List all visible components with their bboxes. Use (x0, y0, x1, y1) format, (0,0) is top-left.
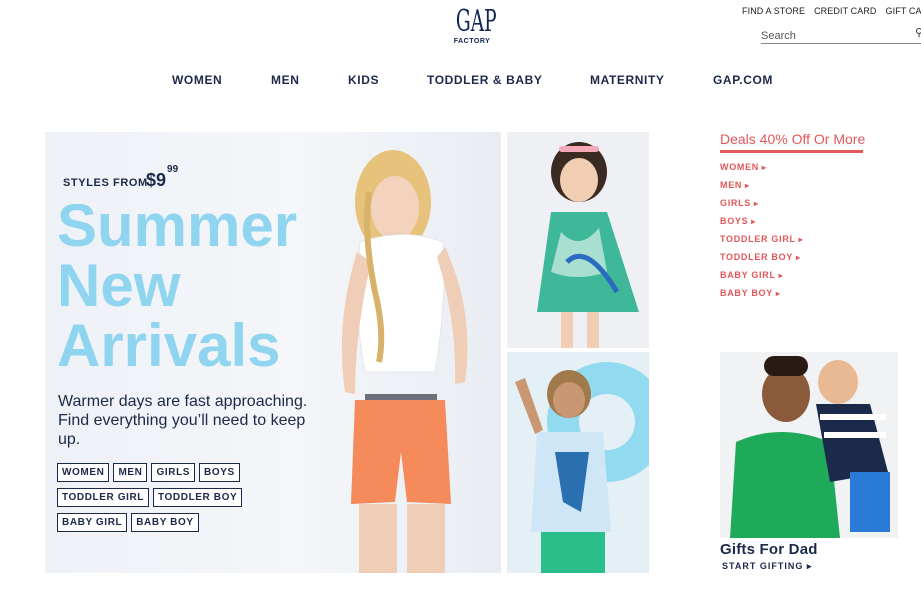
deals-divider (720, 150, 863, 153)
search-bar: ⚲ (761, 26, 921, 44)
price-dollars: $9 (146, 170, 167, 190)
hero-banner[interactable]: STYLES FROM $999 Summer New Arrivals War… (45, 132, 501, 573)
deals-girls-link[interactable]: GIRLS (720, 198, 803, 216)
search-icon[interactable]: ⚲ (915, 26, 921, 39)
boy-image (515, 362, 649, 573)
nav-maternity[interactable]: MATERNITY (590, 73, 665, 87)
hero-men-button[interactable]: MEN (113, 463, 148, 482)
boy-photo[interactable] (507, 352, 649, 573)
deals-boys-link[interactable]: BOYS (720, 216, 803, 234)
credit-card-link[interactable]: CREDIT CARD (814, 6, 876, 16)
deals-baby-girl-link[interactable]: BABY GIRL (720, 270, 803, 288)
find-store-link[interactable]: FIND A STORE (742, 6, 805, 16)
nav-men[interactable]: MEN (271, 73, 299, 87)
gift-card-link[interactable]: GIFT CA (886, 6, 921, 16)
nav-gap-com[interactable]: GAP.COM (713, 73, 773, 87)
toddler-girl-photo[interactable] (507, 132, 649, 348)
price-label: $999 (146, 164, 178, 191)
gifts-for-dad-photo[interactable] (720, 352, 898, 538)
deals-baby-boy-link[interactable]: BABY BOY (720, 288, 803, 306)
gifts-for-dad-title[interactable]: Gifts For Dad (720, 541, 818, 558)
deals-list: WOMEN MEN GIRLS BOYS TODDLER GIRL TODDLE… (720, 162, 803, 306)
toddler-girl-image (537, 142, 639, 348)
search-input[interactable] (761, 28, 911, 44)
hero-blurb: Warmer days are fast approaching. Find e… (58, 393, 308, 448)
logo-brand: GAP (455, 4, 497, 39)
deals-toddler-girl-link[interactable]: TODDLER GIRL (720, 234, 803, 252)
gap-factory-logo[interactable]: GAP FACTORY (446, 4, 498, 45)
deals-women-link[interactable]: WOMEN (720, 162, 803, 180)
nav-kids[interactable]: KIDS (348, 73, 379, 87)
hero-baby-boy-button[interactable]: BABY BOY (131, 513, 199, 532)
hero-toddler-girl-button[interactable]: TODDLER GIRL (57, 488, 150, 507)
hero-headline: Summer New Arrivals (57, 196, 297, 376)
hero-girls-button[interactable]: GIRLS (151, 463, 196, 482)
headline-line-2: New (57, 252, 181, 319)
hero-baby-girl-button[interactable]: BABY GIRL (57, 513, 128, 532)
hero-boys-button[interactable]: BOYS (199, 463, 240, 482)
main-nav: WOMEN MEN KIDS TODDLER & BABY MATERNITY … (0, 73, 921, 89)
hero-category-buttons: WOMEN MEN GIRLS BOYS TODDLER GIRL TODDLER BO… (57, 462, 257, 537)
start-gifting-link[interactable]: START GIFTING ▸ (722, 561, 812, 572)
deals-men-link[interactable]: MEN (720, 180, 803, 198)
utility-links: FIND A STORE CREDIT CARD GIFT CA (742, 6, 921, 16)
deals-toddler-boy-link[interactable]: TODDLER BOY (720, 252, 803, 270)
hero-toddler-boy-button[interactable]: TODDLER BOY (153, 488, 243, 507)
nav-women[interactable]: WOMEN (172, 73, 222, 87)
dad-and-son-image (730, 356, 890, 538)
deals-title[interactable]: Deals 40% Off Or More (720, 131, 865, 147)
headline-line-3: Arrivals (57, 312, 281, 379)
model-photo (341, 150, 468, 573)
headline-line-1: Summer (57, 192, 298, 259)
hero-women-button[interactable]: WOMEN (57, 463, 110, 482)
styles-from-label: STYLES FROM (63, 177, 148, 189)
nav-toddler-baby[interactable]: TODDLER & BABY (427, 73, 543, 87)
price-cents: 99 (167, 164, 179, 175)
